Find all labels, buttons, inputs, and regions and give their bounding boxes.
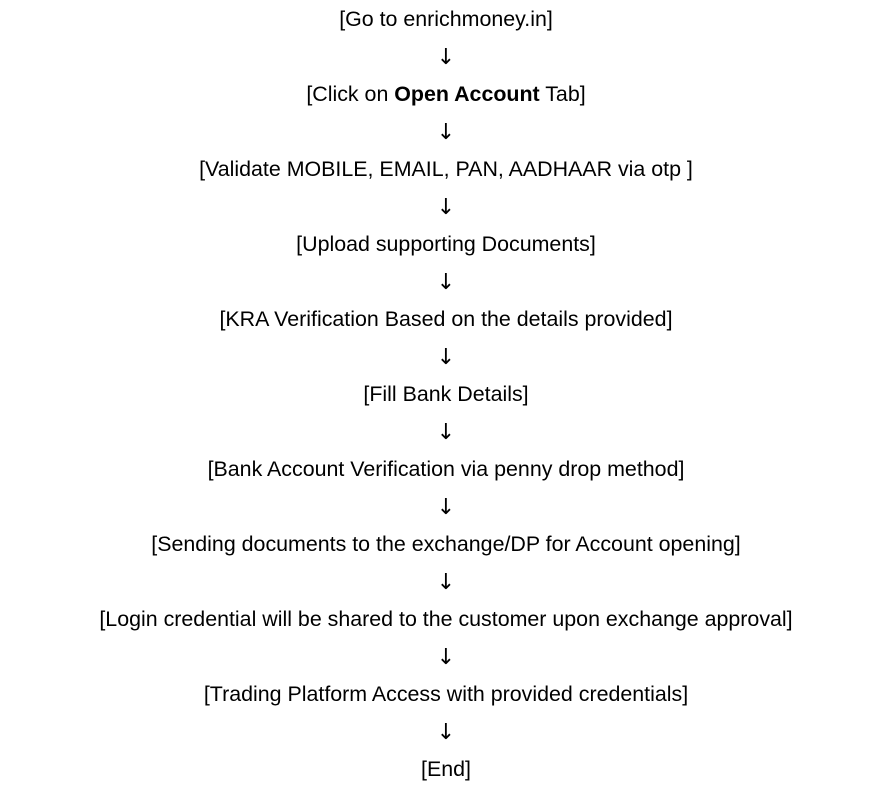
down-arrow-icon: ↓: [436, 44, 456, 70]
flowchart: [Go to enrichmoney.in] ↓ [Click on Open …: [0, 0, 892, 789]
down-arrow-icon: ↓: [436, 644, 456, 670]
step-fill-bank-details: [Fill Bank Details]: [363, 382, 529, 406]
step-validate-otp: [Validate MOBILE, EMAIL, PAN, AADHAAR vi…: [199, 157, 693, 181]
down-arrow-icon: ↓: [436, 494, 456, 520]
step-upload-documents: [Upload supporting Documents]: [296, 232, 596, 256]
down-arrow-icon: ↓: [436, 569, 456, 595]
down-arrow-icon: ↓: [436, 194, 456, 220]
down-arrow-icon: ↓: [436, 269, 456, 295]
step-login-credentials: [Login credential will be shared to the …: [99, 607, 793, 631]
step-open-account-bold: Open Account: [394, 82, 540, 106]
step-bank-verification: [Bank Account Verification via penny dro…: [207, 457, 685, 481]
down-arrow-icon: ↓: [436, 419, 456, 445]
down-arrow-icon: ↓: [436, 119, 456, 145]
step-go-to-site: [Go to enrichmoney.in]: [339, 7, 553, 31]
step-end: [End]: [421, 757, 471, 781]
step-kra-verification: [KRA Verification Based on the details p…: [219, 307, 673, 331]
step-open-account-suffix: Tab]: [539, 82, 586, 106]
step-open-account-tab: [Click on Open Account Tab]: [0, 76, 892, 114]
step-open-account-prefix: [Click on: [306, 82, 395, 106]
down-arrow-icon: ↓: [436, 719, 456, 745]
step-platform-access: [Trading Platform Access with provided c…: [203, 682, 689, 706]
step-send-documents: [Sending documents to the exchange/DP fo…: [151, 532, 741, 556]
down-arrow-icon: ↓: [436, 344, 456, 370]
